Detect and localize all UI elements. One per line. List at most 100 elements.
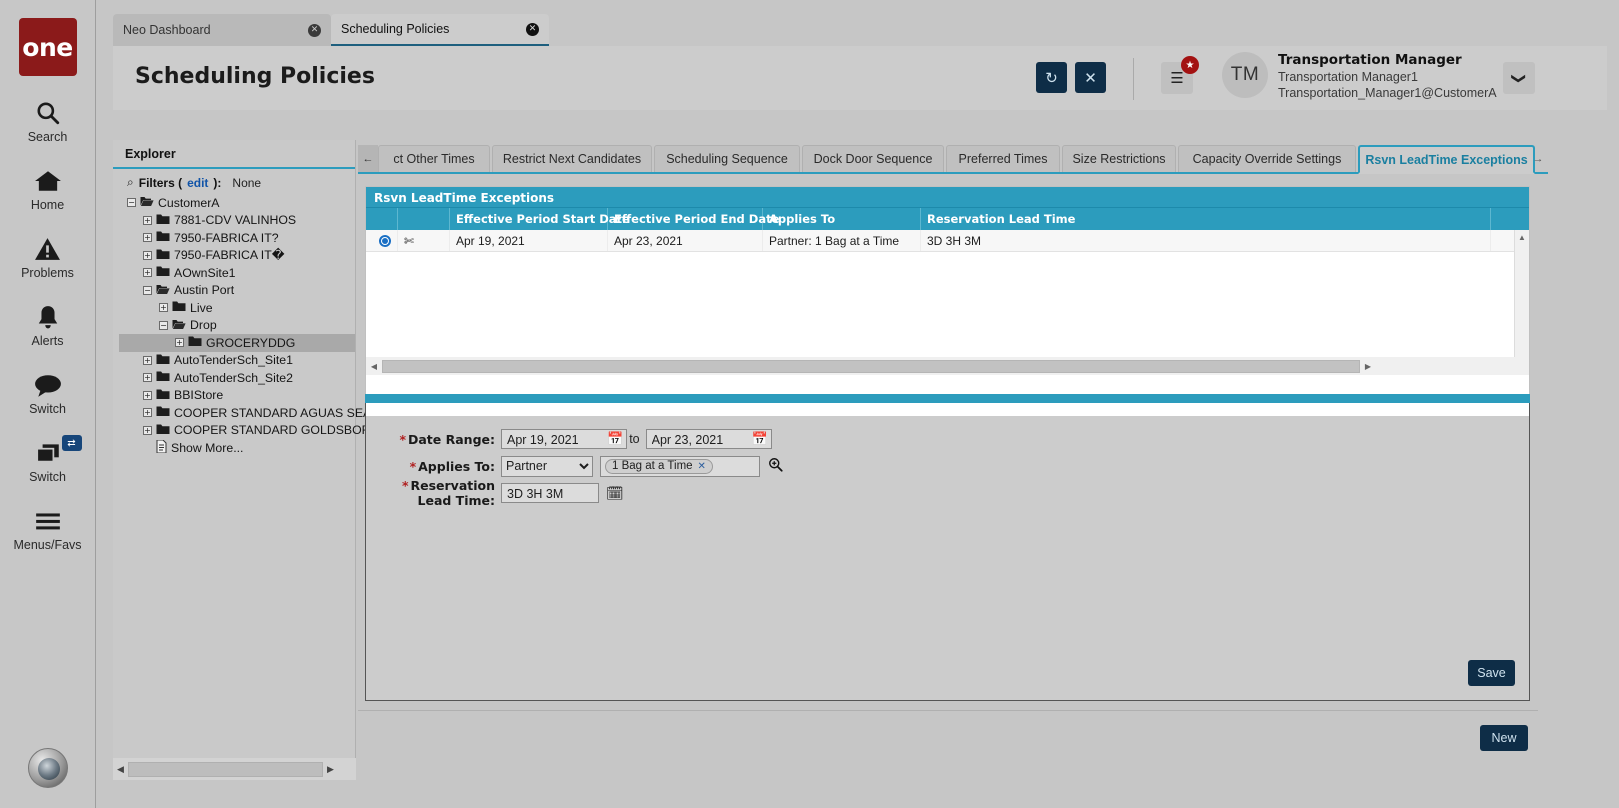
tree-node[interactable]: +BBIStore [119, 387, 355, 405]
collapse-icon[interactable]: − [127, 198, 136, 207]
row-select-cell[interactable] [366, 230, 398, 251]
one-logo[interactable]: one [19, 18, 77, 76]
browser-tab-neo-dashboard[interactable]: Neo Dashboard ✕ [113, 14, 331, 46]
tree-node[interactable]: +AOwnSite1 [119, 264, 355, 282]
rail-item-alerts[interactable]: Alerts [0, 302, 96, 348]
form-accent-bar [365, 394, 1530, 403]
tree-node[interactable]: Show More... [119, 439, 355, 457]
expand-icon[interactable]: + [143, 216, 152, 225]
chip-label: 1 Bag at a Time [612, 460, 693, 472]
grid-col-lead-time[interactable]: Reservation Lead Time [921, 208, 1491, 230]
rail-item-search[interactable]: Search [0, 98, 96, 144]
scissors-icon[interactable]: ✄ [404, 234, 414, 248]
scroll-right-arrow-icon[interactable]: ▶ [1360, 357, 1376, 375]
collapse-icon[interactable]: − [159, 321, 168, 330]
calendar-icon[interactable]: 📅 [752, 431, 768, 447]
table-row[interactable]: ✄ Apr 19, 2021 Apr 23, 2021 Partner: 1 B… [366, 230, 1529, 252]
tree-node[interactable]: +7950-FABRICA IT? [119, 229, 355, 247]
grid-vertical-scrollbar[interactable]: ▲ ▼ [1514, 230, 1529, 375]
tab-scroll-left-icon[interactable]: ← [358, 145, 378, 172]
tree-node-label: AutoTenderSch_Site1 [174, 353, 293, 367]
tab-capacity-override-settings[interactable]: Capacity Override Settings [1178, 145, 1356, 172]
tree-node[interactable]: +7950-FABRICA IT� [119, 247, 355, 265]
calendar-icon[interactable]: 📅 [607, 431, 623, 447]
save-button[interactable]: Save [1468, 660, 1515, 686]
close-page-button[interactable]: ✕ [1075, 62, 1106, 93]
explorer-scroll-thumb[interactable] [128, 762, 323, 777]
grid-col-applies-to[interactable]: Applies To [763, 208, 921, 230]
tree-node[interactable]: +Live [119, 299, 355, 317]
scroll-up-arrow-icon[interactable]: ▲ [1515, 230, 1529, 245]
tree-node[interactable]: + AutoTenderSch_Site1 [119, 352, 355, 370]
tree-node[interactable]: −CustomerA [119, 194, 355, 212]
expand-icon[interactable]: + [143, 251, 152, 260]
chip-applies-to-value[interactable]: 1 Bag at a Time ✕ [605, 459, 713, 474]
folder-open-icon [172, 318, 186, 333]
close-icon[interactable]: ✕ [526, 23, 539, 36]
grid-col-select[interactable] [366, 208, 398, 230]
expand-icon[interactable]: + [175, 338, 184, 347]
scroll-right-arrow-icon[interactable]: ▶ [323, 758, 338, 780]
collapse-icon[interactable]: − [143, 286, 152, 295]
explorer-horizontal-scrollbar[interactable]: ◀ ▶ [113, 758, 356, 780]
tree-node[interactable]: −Austin Port [119, 282, 355, 300]
duration-picker-icon[interactable]: 🗓 [606, 485, 624, 502]
rail-user-avatar[interactable] [28, 748, 68, 788]
chip-remove-icon[interactable]: ✕ [698, 461, 706, 472]
scroll-left-arrow-icon[interactable]: ◀ [366, 357, 382, 375]
applies-to-select[interactable]: PartnerSiteCarrierEquipment Type [501, 456, 593, 477]
tab-restrict-next-candidates[interactable]: Restrict Next Candidates [492, 145, 652, 172]
tree-node[interactable]: +COOPER STANDARD GOLDSBORO [119, 422, 355, 440]
tab-scroll-right-icon[interactable]: → [1528, 145, 1548, 172]
scroll-left-arrow-icon[interactable]: ◀ [113, 758, 128, 780]
expand-icon[interactable]: + [143, 233, 152, 242]
grid-col-end-date[interactable]: Effective Period End Date [608, 208, 763, 230]
tab-scheduling-sequence[interactable]: Scheduling Sequence [654, 145, 800, 172]
filters-edit-link[interactable]: edit [187, 176, 208, 190]
applies-to-label-text: Applies To: [418, 459, 495, 474]
rail-item-menus-favs[interactable]: Menus/Favs [0, 506, 96, 552]
grid-caption: Rsvn LeadTime Exceptions [366, 187, 1529, 208]
expand-icon[interactable]: + [143, 391, 152, 400]
rail-item-chats[interactable]: Switch ⇄ [0, 370, 96, 416]
new-button[interactable]: New [1480, 725, 1528, 751]
folder-icon [156, 353, 170, 368]
tree-node[interactable]: +COOPER STANDARD AGUAS SEALING ( [119, 404, 355, 422]
tab-dock-door-sequence[interactable]: Dock Door Sequence [802, 145, 944, 172]
tree-node[interactable]: +GROCERYDDG [119, 334, 355, 352]
explorer-panel: Explorer ⌕ Filters (edit): None −Custome… [113, 140, 356, 780]
row-action-cell[interactable]: ✄ [398, 230, 450, 251]
tab-size-restrictions[interactable]: Size Restrictions [1062, 145, 1176, 172]
grid-col-start-date[interactable]: Effective Period Start Date [450, 208, 608, 230]
tab-ct-other-times[interactable]: ct Other Times [378, 145, 490, 172]
expand-icon[interactable]: + [143, 408, 152, 417]
chevron-down-icon: ❯ [1510, 72, 1527, 84]
expand-icon[interactable]: + [143, 426, 152, 435]
reservation-lead-time-input[interactable] [501, 483, 599, 503]
radio-selected-icon[interactable] [379, 235, 391, 247]
applies-to-chip-box[interactable]: 1 Bag at a Time ✕ [600, 456, 760, 477]
tree-node[interactable]: +AutoTenderSch_Site2 [119, 369, 355, 387]
close-icon[interactable]: ✕ [308, 24, 321, 37]
user-menu-toggle[interactable]: ❯ [1503, 62, 1535, 94]
filters-label-close: ): [213, 176, 221, 190]
grid-body: ✄ Apr 19, 2021 Apr 23, 2021 Partner: 1 B… [366, 230, 1529, 375]
expand-icon[interactable]: + [143, 268, 152, 277]
switch-toggle-badge-icon[interactable]: ⇄ [62, 435, 82, 451]
tab-preferred-times[interactable]: Preferred Times [946, 145, 1060, 172]
grid-scroll-thumb[interactable] [382, 360, 1360, 373]
expand-icon[interactable]: + [143, 356, 152, 365]
refresh-button[interactable]: ↻ [1036, 62, 1067, 93]
rail-item-home[interactable]: Home [0, 166, 96, 212]
tree-node[interactable]: +7881-CDV VALINHOS [119, 212, 355, 230]
browser-tab-scheduling-policies[interactable]: Scheduling Policies ✕ [331, 14, 549, 46]
rail-item-switch[interactable]: Switch ⇄ [0, 438, 96, 484]
grid-col-actions[interactable] [398, 208, 450, 230]
tab-rsvn-leadtime-exceptions[interactable]: Rsvn LeadTime Exceptions [1358, 145, 1535, 174]
tree-node[interactable]: −Drop [119, 317, 355, 335]
expand-icon[interactable]: + [159, 303, 168, 312]
search-icon[interactable] [768, 457, 783, 475]
expand-icon[interactable]: + [143, 373, 152, 382]
rail-item-problems[interactable]: Problems [0, 234, 96, 280]
grid-horizontal-scrollbar[interactable]: ◀ ▶ [366, 357, 1529, 375]
